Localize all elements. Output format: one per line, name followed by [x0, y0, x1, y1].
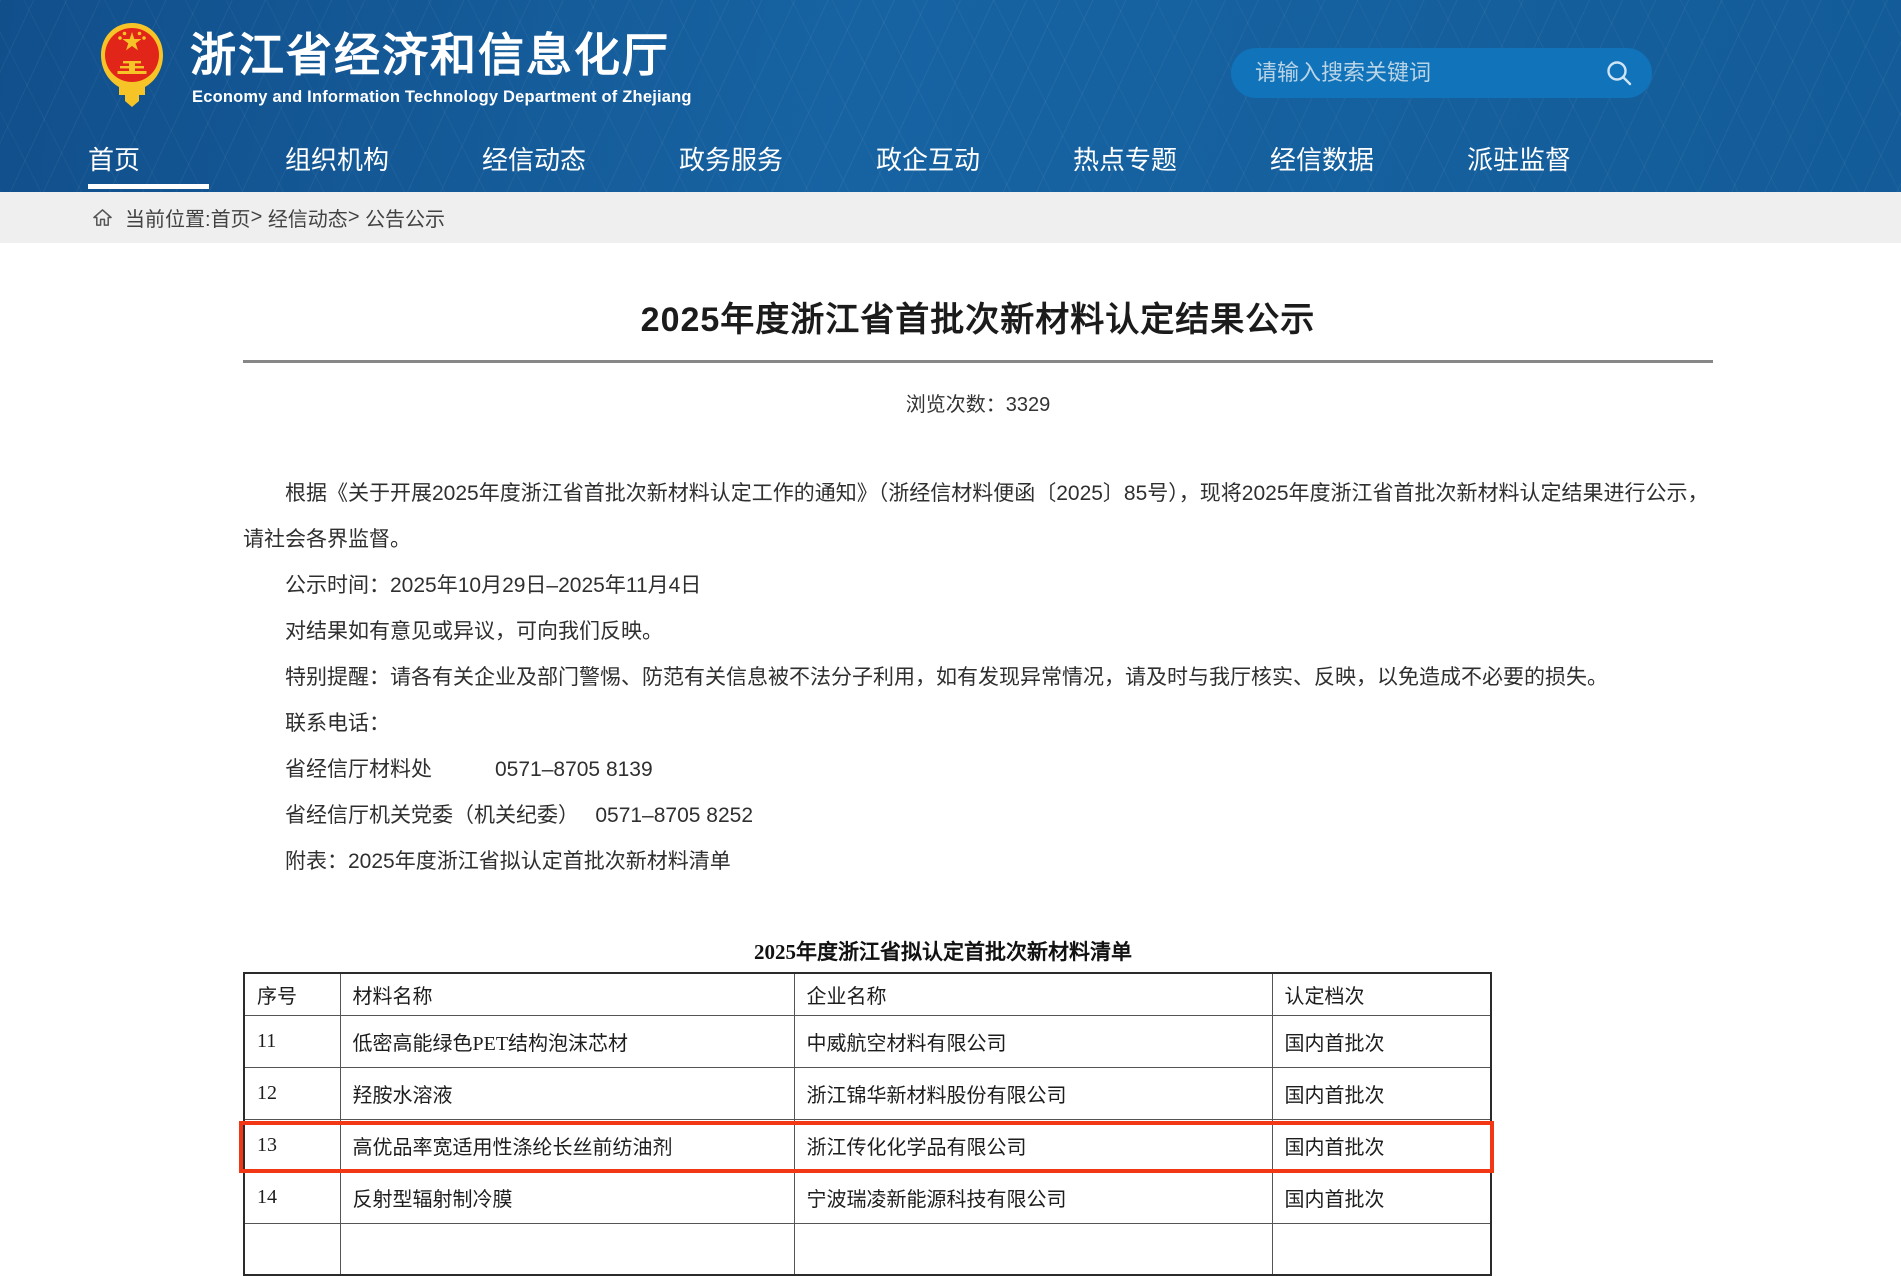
- table-header-row: 序号 材料名称 企业名称 认定档次: [244, 973, 1491, 1015]
- table-header-cell: 认定档次: [1272, 973, 1491, 1015]
- site-header: 浙江省经济和信息化厅 Economy and Information Techn…: [0, 0, 1901, 192]
- table-cell: 国内首批次: [1272, 1067, 1491, 1119]
- nav-item-organization[interactable]: 组织机构: [285, 130, 482, 192]
- table-cell: 浙江传化化学品有限公司: [794, 1119, 1272, 1171]
- nav-item-data[interactable]: 经信数据: [1270, 130, 1467, 192]
- breadcrumb-prefix: 当前位置:: [125, 203, 211, 232]
- nav-item-home[interactable]: 首页: [88, 130, 285, 192]
- table-row: 14 反射型辐射制冷膜 宁波瑞凌新能源科技有限公司 国内首批次: [244, 1171, 1491, 1223]
- table-cell: 中威航空材料有限公司: [794, 1015, 1272, 1067]
- table-cell: [244, 1223, 340, 1275]
- breadcrumb-link-announcements[interactable]: 公告公示: [365, 203, 445, 232]
- title-divider: [243, 360, 1713, 363]
- search-box: [1231, 48, 1652, 98]
- main-nav: 首页 组织机构 经信动态 政务服务 政企互动 热点专题 经信数据 派驻监督: [88, 130, 1664, 192]
- breadcrumb-separator: >: [348, 206, 365, 229]
- nav-item-gov-enterprise[interactable]: 政企互动: [876, 130, 1073, 192]
- view-count: 浏览次数：3329: [243, 388, 1713, 417]
- table-row: 11 低密高能绿色PET结构泡沫芯材 中威航空材料有限公司 国内首批次: [244, 1015, 1491, 1067]
- table-cell: 羟胺水溶液: [340, 1067, 794, 1119]
- table-row-highlighted: 13 高优品率宽适用性涤纶长丝前纺油剂 浙江传化化学品有限公司 国内首批次: [244, 1119, 1491, 1171]
- table-row: 12 羟胺水溶液 浙江锦华新材料股份有限公司 国内首批次: [244, 1067, 1491, 1119]
- national-emblem-logo[interactable]: [99, 21, 165, 109]
- table-cell: 反射型辐射制冷膜: [340, 1171, 794, 1223]
- paragraph-phone-2: 省经信厅机关党委（机关纪委） 0571–8705 8252: [243, 793, 1713, 839]
- table-row: [244, 1223, 1491, 1275]
- home-icon: [92, 208, 113, 227]
- table-cell: 国内首批次: [1272, 1119, 1491, 1171]
- table-cell: 宁波瑞凌新能源科技有限公司: [794, 1171, 1272, 1223]
- nav-item-gov-services[interactable]: 政务服务: [679, 130, 876, 192]
- site-subtitle: Economy and Information Technology Depar…: [192, 88, 692, 107]
- site-title: 浙江省经济和信息化厅: [190, 27, 670, 83]
- nav-item-hot-topics[interactable]: 热点专题: [1073, 130, 1270, 192]
- table-cell: 13: [244, 1119, 340, 1171]
- article-body: 根据《关于开展2025年度浙江省首批次新材料认定工作的通知》（浙经信材料便函〔2…: [243, 471, 1713, 885]
- page-title: 2025年度浙江省首批次新材料认定结果公示: [243, 292, 1713, 341]
- table-header-cell: 企业名称: [794, 973, 1272, 1015]
- paragraph-feedback: 对结果如有意见或异议，可向我们反映。: [243, 609, 1713, 655]
- table-cell: [794, 1223, 1272, 1275]
- paragraph-warning: 特别提醒：请各有关企业及部门警惕、防范有关信息被不法分子利用，如有发现异常情况，…: [243, 655, 1713, 701]
- breadcrumb-link-news[interactable]: 经信动态: [268, 203, 348, 232]
- breadcrumb-link-home[interactable]: 首页: [211, 203, 251, 232]
- table-cell: 12: [244, 1067, 340, 1119]
- paragraph-period: 公示时间：2025年10月29日–2025年11月4日: [243, 563, 1713, 609]
- table-cell: 国内首批次: [1272, 1015, 1491, 1067]
- table-cell: 浙江锦华新材料股份有限公司: [794, 1067, 1272, 1119]
- table-header-cell: 序号: [244, 973, 340, 1015]
- table-cell: 高优品率宽适用性涤纶长丝前纺油剂: [340, 1119, 794, 1171]
- table-cell: 低密高能绿色PET结构泡沫芯材: [340, 1015, 794, 1067]
- breadcrumb: 当前位置: 首页 > 经信动态 > 公告公示: [0, 192, 1901, 243]
- paragraph-attachment: 附表：2025年度浙江省拟认定首批次新材料清单: [243, 839, 1713, 885]
- breadcrumb-separator: >: [251, 206, 268, 229]
- paragraph-phone-1: 省经信厅材料处 0571–8705 8139: [243, 747, 1713, 793]
- nav-item-supervision[interactable]: 派驻监督: [1467, 130, 1664, 192]
- paragraph-contact: 联系电话：: [243, 701, 1713, 747]
- table-cell: [340, 1223, 794, 1275]
- table-cell: [1272, 1223, 1491, 1275]
- paragraph-basis: 根据《关于开展2025年度浙江省首批次新材料认定工作的通知》（浙经信材料便函〔2…: [243, 471, 1713, 563]
- table-cell: 11: [244, 1015, 340, 1067]
- materials-table: 序号 材料名称 企业名称 认定档次 11 低密高能绿色PET结构泡沫芯材 中威航…: [243, 972, 1492, 1276]
- search-input[interactable]: [1231, 48, 1615, 98]
- table-caption: 2025年度浙江省拟认定首批次新材料清单: [243, 936, 1643, 966]
- search-icon[interactable]: [1604, 58, 1634, 88]
- national-emblem-icon: [99, 21, 165, 109]
- table-header-cell: 材料名称: [340, 973, 794, 1015]
- table-cell: 14: [244, 1171, 340, 1223]
- nav-item-news[interactable]: 经信动态: [482, 130, 679, 192]
- table-cell: 国内首批次: [1272, 1171, 1491, 1223]
